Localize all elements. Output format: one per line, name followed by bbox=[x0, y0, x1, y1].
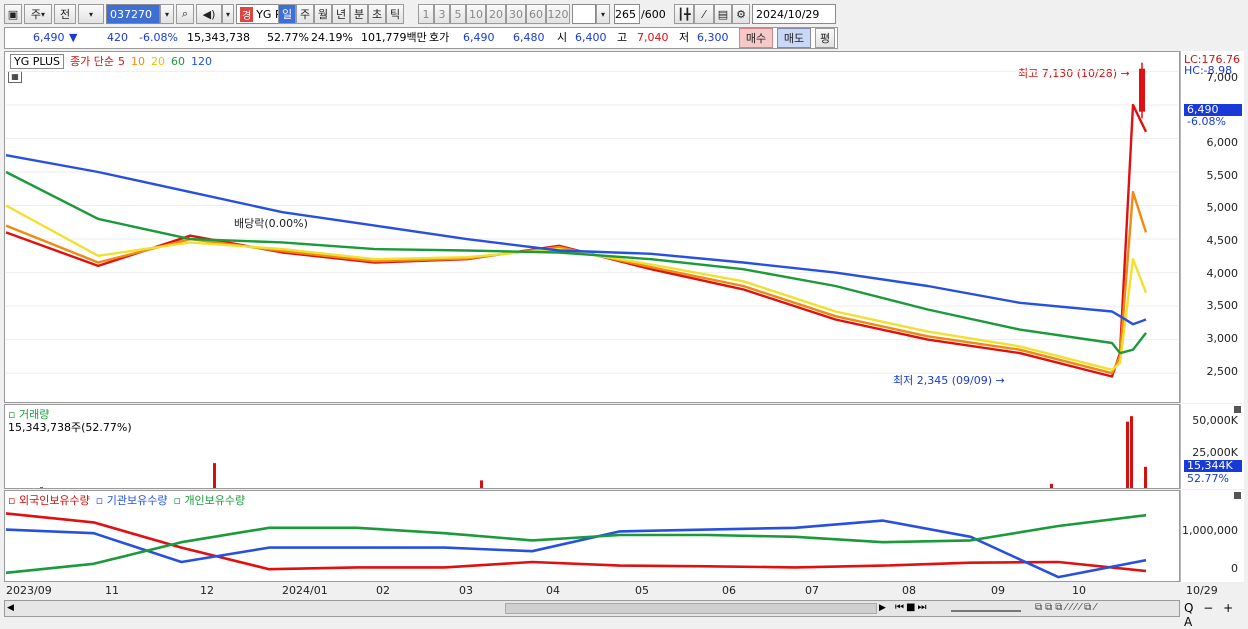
zoom-controls[interactable]: Q − + A bbox=[1184, 601, 1248, 629]
x-end-label: 10/29 bbox=[1186, 584, 1218, 597]
x-label: 02 bbox=[376, 584, 390, 597]
x-label: 06 bbox=[722, 584, 736, 597]
scrollbar[interactable]: ◀ ▶ ⏮■⏭ ⧉⧉⧉⁄⁄⁄⁄⧉⁄ bbox=[4, 600, 1180, 617]
volume-bar bbox=[480, 480, 483, 488]
volume-bar bbox=[1144, 466, 1147, 488]
x-label: 08 bbox=[902, 584, 916, 597]
ma-line-60 bbox=[5, 170, 1147, 355]
scroll-right-icon[interactable]: ▶ bbox=[879, 603, 889, 614]
scroll-thumb[interactable] bbox=[505, 603, 877, 614]
x-label: 07 bbox=[805, 584, 819, 597]
x-label: 10 bbox=[1072, 584, 1086, 597]
holder-line-1 bbox=[5, 519, 1147, 579]
volume-bar bbox=[213, 463, 216, 488]
volume-bar bbox=[40, 487, 43, 488]
x-label: 11 bbox=[105, 584, 119, 597]
volume-bar bbox=[1130, 416, 1133, 488]
ma-line-5 bbox=[5, 103, 1148, 378]
x-label: 03 bbox=[459, 584, 473, 597]
x-label: 2023/09 bbox=[6, 584, 52, 597]
volume-bar bbox=[1050, 483, 1053, 488]
zoom-slider[interactable] bbox=[951, 604, 1021, 612]
last-candle bbox=[1139, 68, 1145, 112]
ma-line-20 bbox=[5, 204, 1148, 371]
volume-bar bbox=[1126, 421, 1129, 488]
playback-controls[interactable]: ⏮■⏭ bbox=[895, 602, 928, 613]
drawing-tools[interactable]: ⧉⧉⧉⁄⁄⁄⁄⧉⁄ bbox=[1035, 602, 1099, 613]
scroll-left-icon[interactable]: ◀ bbox=[7, 603, 17, 614]
chart-canvas bbox=[5, 62, 1178, 579]
x-label: 12 bbox=[200, 584, 214, 597]
x-label: 05 bbox=[635, 584, 649, 597]
x-label: 2024/01 bbox=[282, 584, 328, 597]
x-label: 09 bbox=[991, 584, 1005, 597]
x-label: 04 bbox=[546, 584, 560, 597]
